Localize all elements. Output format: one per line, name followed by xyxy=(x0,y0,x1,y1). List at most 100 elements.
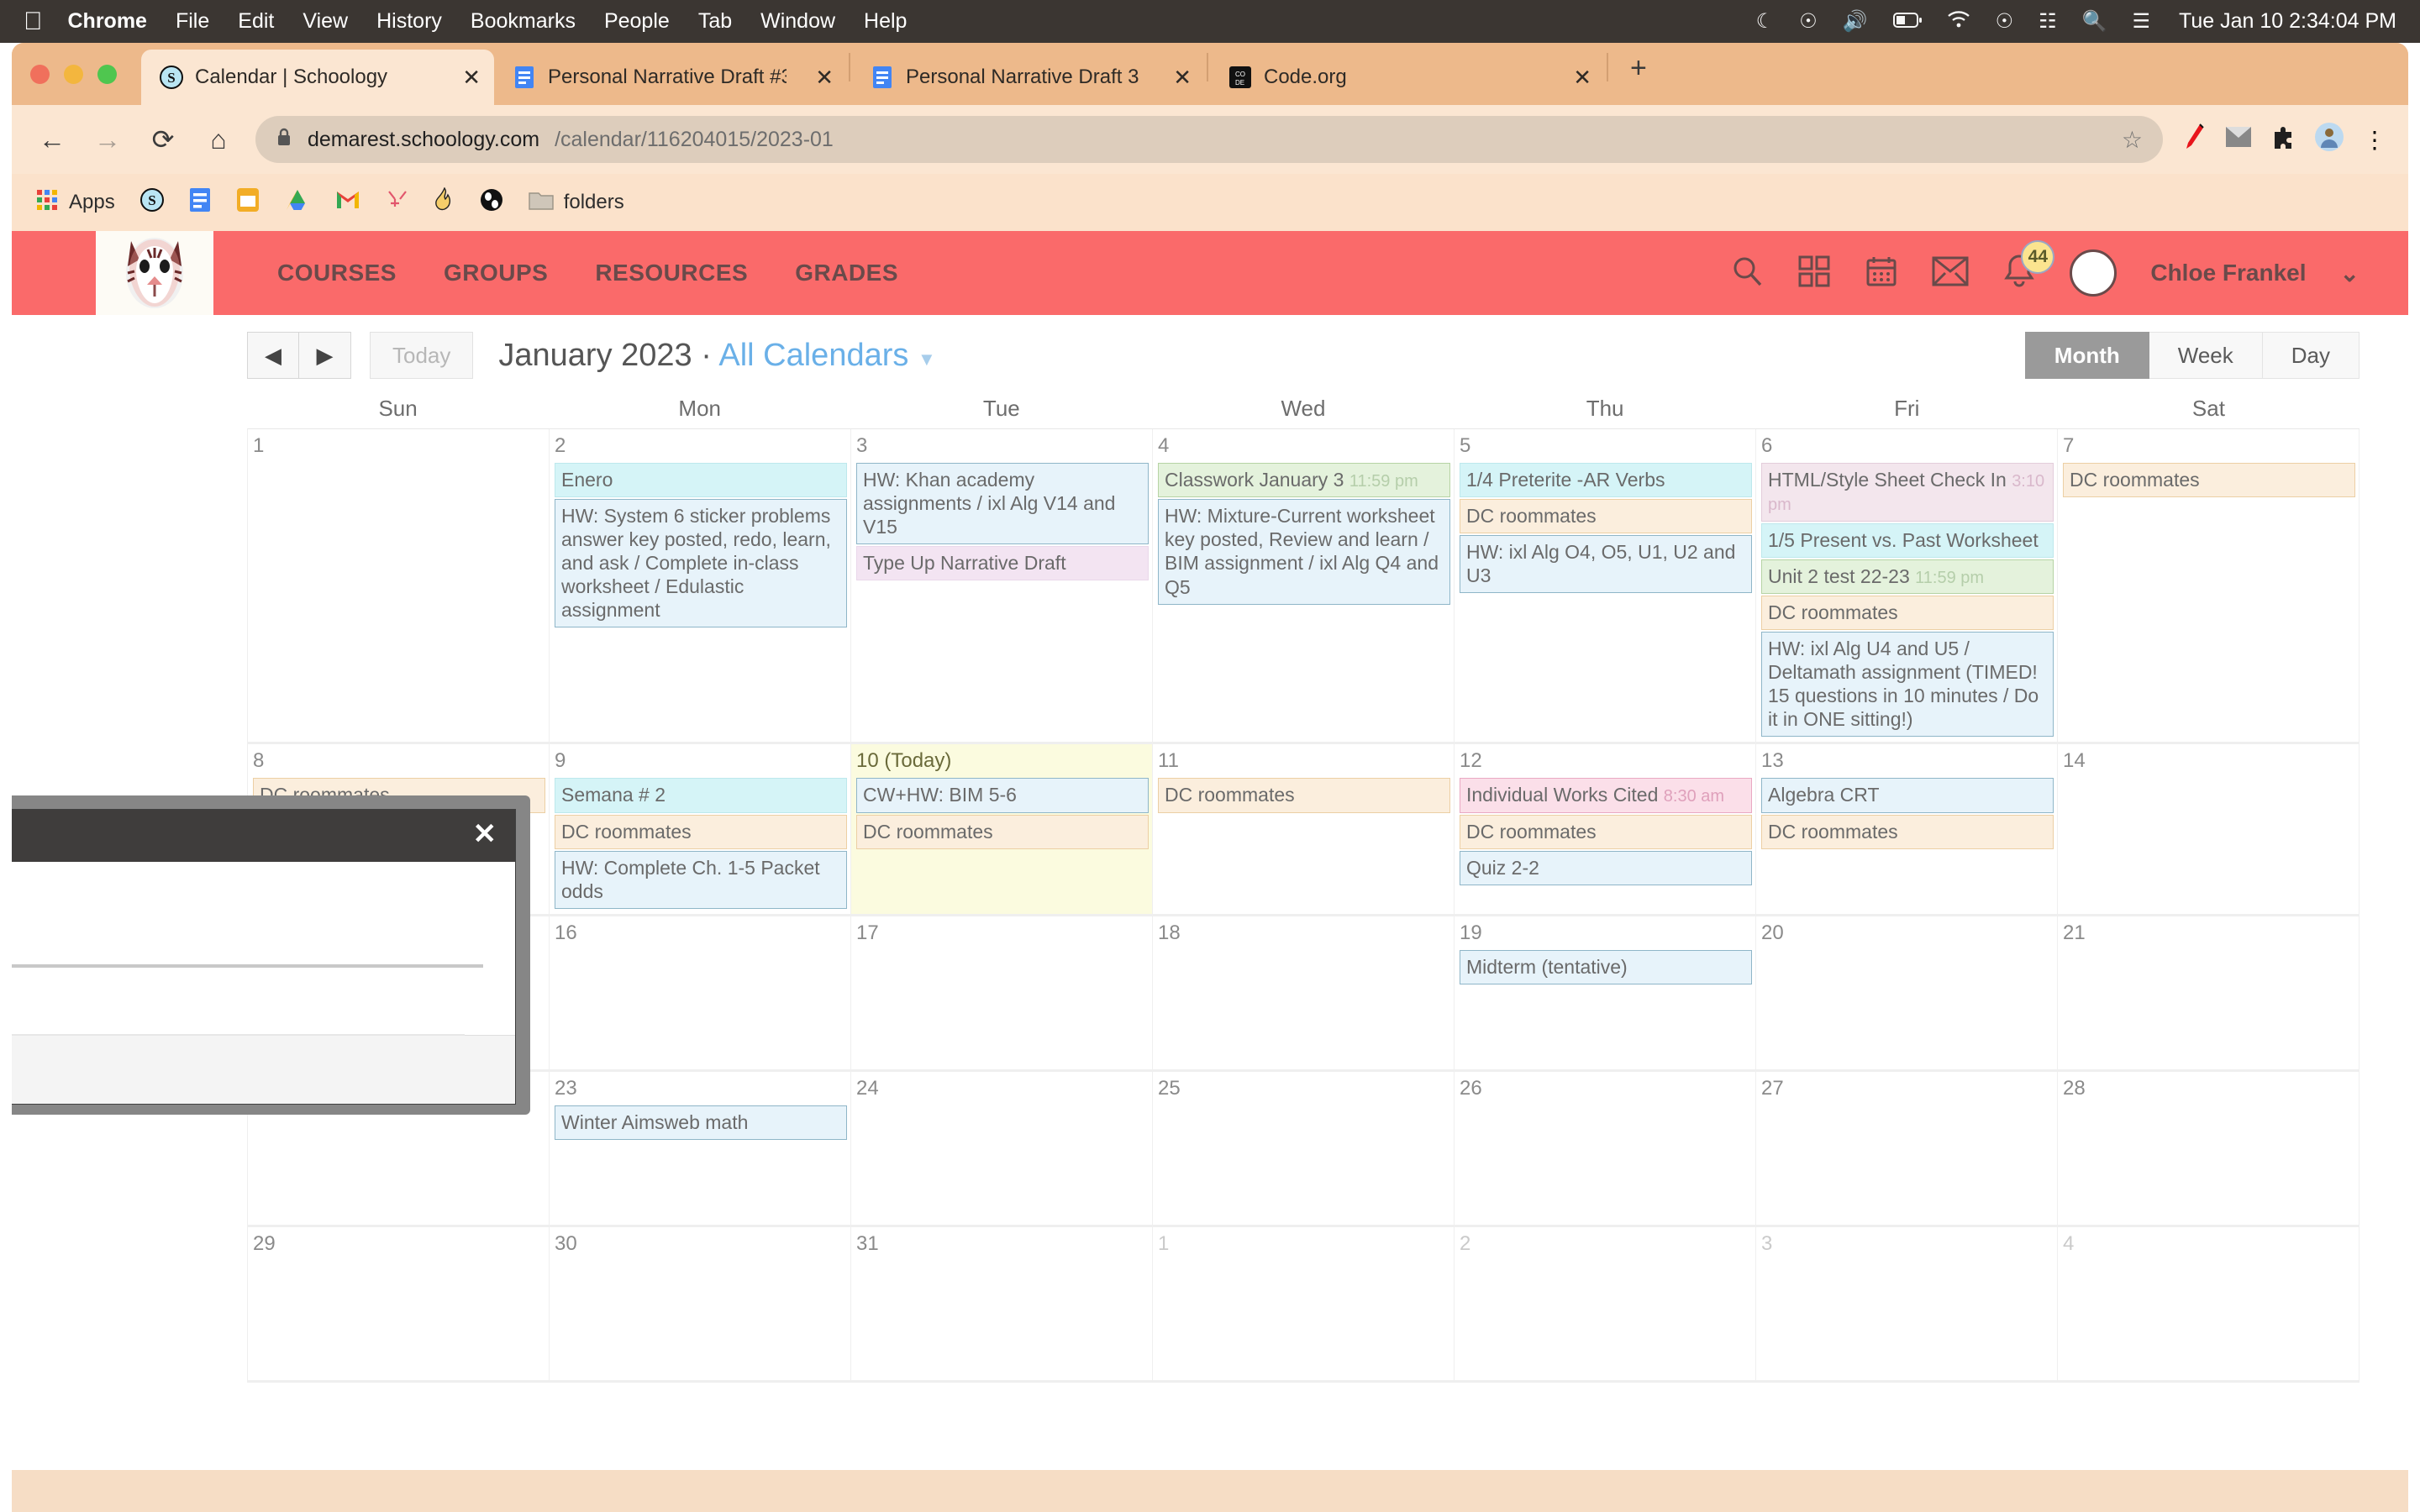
bookmark-note[interactable] xyxy=(236,187,260,218)
nav-groups[interactable]: GROUPS xyxy=(444,260,548,286)
volume-icon[interactable]: 🔊 xyxy=(1843,9,1868,34)
calendar-day-cell[interactable]: 23 Winter Aimsweb math xyxy=(550,1071,851,1227)
menu-chrome[interactable]: Chrome xyxy=(68,9,147,34)
moon-icon[interactable]: ☾ xyxy=(1756,9,1775,34)
chevron-down-icon[interactable]: ⌄ xyxy=(2340,260,2360,287)
menu-people[interactable]: People xyxy=(604,9,670,34)
calendar-day-cell[interactable]: 28 xyxy=(2058,1071,2360,1227)
calendar-day-cell[interactable]: 2 Enero HW: System 6 sticker problems answ… xyxy=(550,429,851,745)
calendar-day-cell[interactable]: 27 xyxy=(1756,1071,2058,1227)
tab-codeorg[interactable]: CO DE Code.org ✕ xyxy=(1210,50,1605,105)
calendar-day-cell[interactable]: 1 xyxy=(1153,1226,1455,1383)
calendar-day-cell[interactable]: 25 xyxy=(1153,1071,1455,1227)
menu-help[interactable]: Help xyxy=(864,9,907,34)
user-name[interactable]: Chloe Frankel xyxy=(2150,260,2306,286)
calendar-event[interactable]: CW+HW: BIM 5-6 xyxy=(856,778,1149,813)
bookmark-flame[interactable] xyxy=(434,186,455,218)
calendar-day-cell[interactable]: 19 Midterm (tentative) xyxy=(1455,916,1756,1072)
minimize-window-button[interactable] xyxy=(64,65,83,84)
search-icon[interactable] xyxy=(1730,255,1764,292)
calendar-day-cell[interactable]: 4 Classwork January 3 11:59 pm HW: Mixture… xyxy=(1153,429,1455,745)
calendar-day-cell[interactable]: 11 DC roommates xyxy=(1153,744,1455,916)
close-icon[interactable]: ✕ xyxy=(1556,65,1591,91)
calendar-day-cell[interactable]: 20 xyxy=(1756,916,2058,1072)
bookmark-schoology[interactable]: S xyxy=(139,187,164,218)
bookmark-google-docs[interactable] xyxy=(189,187,211,218)
calendar-day-cell[interactable]: 4 xyxy=(2058,1226,2360,1383)
menu-edit[interactable]: Edit xyxy=(238,9,274,34)
calendar-day-cell[interactable]: 29 xyxy=(248,1226,550,1383)
calendar-icon[interactable] xyxy=(1865,255,1898,292)
bookmark-apps[interactable]: Apps xyxy=(35,188,115,218)
calendar-day-cell[interactable]: 10 (Today) CW+HW: BIM 5-6 DC roommates xyxy=(851,744,1153,916)
accessibility-icon[interactable]: ☉ xyxy=(1799,9,1818,34)
grid-apps-icon[interactable] xyxy=(1797,255,1831,292)
calendar-event[interactable]: Midterm (tentative) xyxy=(1460,949,1752,984)
calendar-event[interactable]: HW: System 6 sticker problems answer key… xyxy=(555,499,847,628)
tab-calendar-schoology[interactable]: S Calendar | Schoology ✕ xyxy=(141,50,494,105)
calendar-day-cell[interactable]: 21 xyxy=(2058,916,2360,1072)
calendar-day-cell[interactable]: 6 HTML/Style Sheet Check In 3:10 pm 1/5 Pr… xyxy=(1756,429,2058,745)
pen-extension-icon[interactable] xyxy=(2181,123,2207,157)
menu-file[interactable]: File xyxy=(176,9,209,34)
calendar-day-cell[interactable]: 17 xyxy=(851,916,1153,1072)
calendar-day-cell[interactable]: 24 xyxy=(851,1071,1153,1227)
next-month-button[interactable]: ▶ xyxy=(299,332,351,379)
bookmark-star-icon[interactable]: ☆ xyxy=(2122,126,2143,154)
calendar-day-cell[interactable]: 30 xyxy=(550,1226,851,1383)
tab-personal-narrative-3[interactable]: Personal Narrative Draft #3 - G ✕ xyxy=(494,50,847,105)
calendar-day-cell[interactable]: 3 HW: Khan academy assignments / ixl Alg … xyxy=(851,429,1153,745)
calendar-day-cell[interactable]: 31 xyxy=(851,1226,1153,1383)
menu-view[interactable]: View xyxy=(302,9,348,34)
back-button[interactable]: ← xyxy=(34,124,71,155)
prev-month-button[interactable]: ◀ xyxy=(247,332,299,379)
nav-resources[interactable]: RESOURCES xyxy=(595,260,748,286)
menu-bookmarks[interactable]: Bookmarks xyxy=(471,9,576,34)
calendar-event[interactable]: DC roommates xyxy=(2063,463,2355,498)
keyboard-icon[interactable]: ☷ xyxy=(2039,9,2057,34)
calendar-event[interactable]: Quiz 2-2 xyxy=(1460,850,1752,885)
menu-tab[interactable]: Tab xyxy=(698,9,732,34)
search-icon[interactable]: 🔍 xyxy=(2082,9,2107,34)
control-center-icon[interactable]: ☰ xyxy=(2133,9,2151,34)
calendar-day-cell[interactable]: 7 DC roommates xyxy=(2058,429,2360,745)
view-month-button[interactable]: Month xyxy=(2024,332,2149,379)
calendar-day-cell[interactable]: 9 Semana # 2 DC roommates HW: Complete Ch. … xyxy=(550,744,851,916)
calendar-day-cell[interactable]: 12 Individual Works Cited 8:30 am DC roomm… xyxy=(1455,744,1756,916)
address-bar[interactable]: demarest.schoology.com/calendar/11620401… xyxy=(255,116,2163,163)
calendar-event[interactable]: Algebra CRT xyxy=(1761,778,2054,813)
profile-avatar-icon[interactable] xyxy=(2314,122,2344,158)
maximize-window-button[interactable] xyxy=(97,65,117,84)
close-icon[interactable]: ✕ xyxy=(798,65,834,91)
mail-extension-icon[interactable] xyxy=(2225,125,2252,155)
calendar-event[interactable]: 1/4 Preterite -AR Verbs xyxy=(1460,463,1752,498)
calendar-day-cell[interactable]: 2 xyxy=(1455,1226,1756,1383)
calendar-event[interactable]: HW: Khan academy assignments / ixl Alg V… xyxy=(856,463,1149,545)
home-button[interactable]: ⌂ xyxy=(200,124,237,155)
calendar-day-cell[interactable]: 14 xyxy=(2058,744,2360,916)
view-day-button[interactable]: Day xyxy=(2262,332,2360,379)
wifi-icon[interactable] xyxy=(1947,10,1970,34)
user-icon[interactable]: ☉ xyxy=(1996,9,2014,34)
calendar-event[interactable]: Enero xyxy=(555,463,847,498)
avatar[interactable] xyxy=(2070,249,2118,297)
calendar-event[interactable]: Semana # 2 xyxy=(555,778,847,813)
new-tab-button[interactable]: + xyxy=(1610,52,1667,97)
calendar-event[interactable]: Unit 2 test 22-23 11:59 pm xyxy=(1761,559,2054,595)
calendar-event[interactable]: Classwork January 3 11:59 pm xyxy=(1158,463,1450,498)
bookmark-google-drive[interactable] xyxy=(285,188,310,218)
calendar-day-cell[interactable]: 5 1/4 Preterite -AR Verbs DC roommates HW: … xyxy=(1455,429,1756,745)
calendar-event[interactable]: Individual Works Cited 8:30 am xyxy=(1460,778,1752,813)
battery-icon[interactable] xyxy=(1892,10,1922,34)
tab-personal-narrative-3b[interactable]: Personal Narrative Draft 3 - Go ✕ xyxy=(852,50,1205,105)
close-icon[interactable]: ✕ xyxy=(1156,65,1192,91)
calendar-day-cell[interactable]: 3 xyxy=(1756,1226,2058,1383)
messages-icon[interactable] xyxy=(1932,256,1969,291)
bookmark-globe[interactable] xyxy=(480,188,503,218)
calendar-event[interactable]: HTML/Style Sheet Check In 3:10 pm xyxy=(1761,463,2054,522)
puzzle-extensions-icon[interactable] xyxy=(2270,124,2296,155)
bookmark-folders[interactable]: folders xyxy=(529,189,624,217)
chevron-down-icon[interactable]: ▼ xyxy=(918,349,936,370)
calendar-event[interactable]: DC roommates xyxy=(1761,596,2054,631)
calendar-day-cell[interactable]: 18 xyxy=(1153,916,1455,1072)
